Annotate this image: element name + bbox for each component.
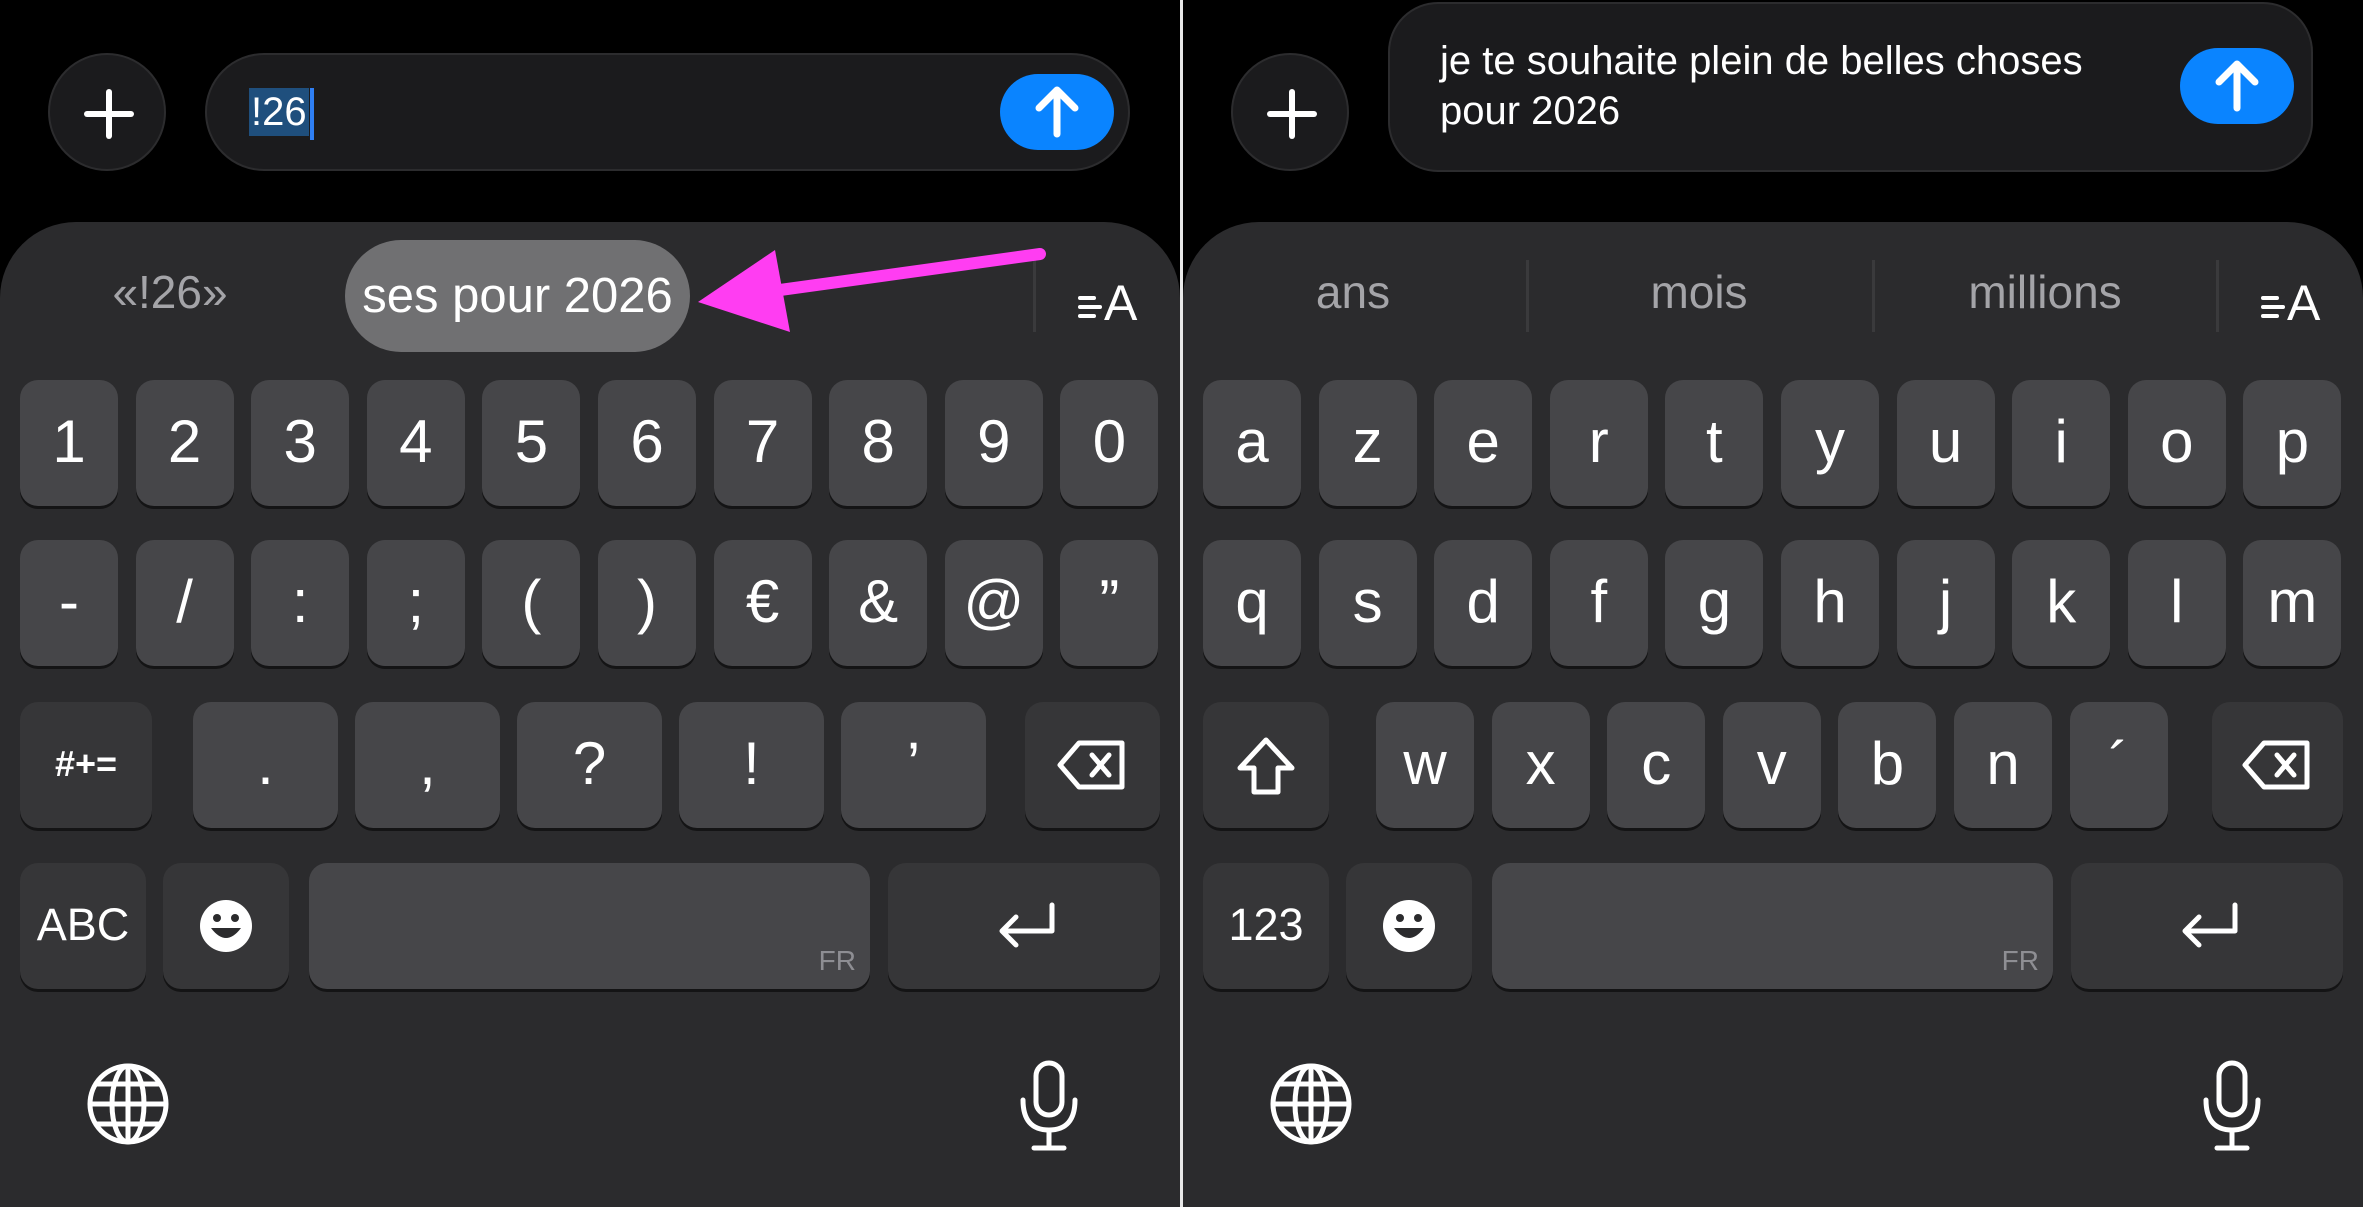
send-button[interactable]: [1000, 74, 1114, 150]
suggestion-highlighted[interactable]: ses pour 2026: [345, 240, 690, 352]
key[interactable]: c: [1607, 702, 1706, 828]
key[interactable]: 9: [944, 380, 1043, 506]
send-button[interactable]: [2180, 48, 2294, 124]
message-input[interactable]: je te souhaite plein de belles choses po…: [1388, 2, 2313, 172]
left-panel: !26 «!26» ses pour 2026 A 1234567890 - /:…: [0, 0, 1180, 1207]
key[interactable]: i: [2012, 380, 2111, 506]
key[interactable]: p: [2243, 380, 2342, 506]
return-key[interactable]: [2071, 863, 2343, 989]
key[interactable]: €: [713, 540, 812, 666]
key[interactable]: 8: [829, 380, 928, 506]
message-input[interactable]: !26: [205, 53, 1130, 171]
key[interactable]: 5: [482, 380, 581, 506]
send-arrow-icon: [1035, 86, 1079, 138]
key[interactable]: e: [1434, 380, 1533, 506]
emoji-key[interactable]: [163, 863, 289, 989]
key[interactable]: x: [1491, 702, 1590, 828]
key[interactable]: w: [1376, 702, 1474, 828]
key[interactable]: q: [1203, 540, 1301, 666]
suggestion-3[interactable]: millions: [1875, 262, 2215, 322]
key[interactable]: f: [1549, 540, 1648, 666]
globe-icon[interactable]: [1269, 1062, 1353, 1146]
key[interactable]: b: [1838, 702, 1937, 828]
emoji-key[interactable]: [1346, 863, 1472, 989]
plus-icon[interactable]: [48, 53, 166, 171]
key[interactable]: ): [598, 540, 696, 666]
key[interactable]: s: [1318, 540, 1417, 666]
return-icon: [2182, 902, 2238, 948]
key[interactable]: a: [1203, 380, 1301, 506]
key[interactable]: o: [2127, 380, 2226, 506]
plus-icon[interactable]: [1231, 53, 1349, 171]
key[interactable]: r: [1549, 380, 1648, 506]
key[interactable]: -: [20, 540, 118, 666]
keyboard: «!26» ses pour 2026 A 1234567890 - /:;() €…: [0, 222, 1180, 1207]
space-key[interactable]: FR: [309, 863, 870, 989]
text-caret: [309, 88, 314, 141]
numbers-key[interactable]: 123: [1203, 863, 1329, 989]
key[interactable]: v: [1722, 702, 1821, 828]
suggestion-1[interactable]: ans: [1183, 262, 1523, 322]
format-text-icon[interactable]: A: [1078, 274, 1137, 332]
key[interactable]: z: [1318, 380, 1417, 506]
abc-key[interactable]: ABC: [20, 863, 146, 989]
delete-key[interactable]: [2212, 702, 2343, 828]
emoji-icon: [1383, 900, 1435, 952]
shift-key[interactable]: [1203, 702, 1329, 828]
key[interactable]: m: [2243, 540, 2342, 666]
key[interactable]: 7: [713, 380, 812, 506]
suggestion-quoted[interactable]: «!26»: [70, 262, 270, 322]
delete-icon: [2242, 740, 2310, 790]
key[interactable]: h: [1781, 540, 1879, 666]
return-key[interactable]: [888, 863, 1160, 989]
key[interactable]: 3: [251, 380, 350, 506]
delete-icon: [1057, 740, 1125, 790]
key[interactable]: d: [1434, 540, 1533, 666]
microphone-icon[interactable]: [1018, 1060, 1080, 1152]
key[interactable]: :: [251, 540, 350, 666]
key[interactable]: ;: [366, 540, 465, 666]
key[interactable]: k: [2012, 540, 2111, 666]
key[interactable]: 1: [20, 380, 118, 506]
symbols-key[interactable]: #+=: [20, 702, 152, 828]
key[interactable]: ”: [1060, 540, 1159, 666]
space-key[interactable]: FR: [1492, 863, 2053, 989]
key[interactable]: y: [1781, 380, 1879, 506]
key[interactable]: 0: [1060, 380, 1159, 506]
annotation-arrow: [698, 248, 1046, 332]
suggestion-2[interactable]: mois: [1529, 262, 1869, 322]
key[interactable]: 4: [366, 380, 465, 506]
message-text: je te souhaite plein de belles choses po…: [1440, 39, 2083, 133]
return-icon: [999, 902, 1055, 948]
key[interactable]: l: [2127, 540, 2226, 666]
delete-key[interactable]: [1025, 702, 1160, 828]
key[interactable]: !: [679, 702, 824, 828]
key[interactable]: j: [1896, 540, 1995, 666]
key[interactable]: 6: [598, 380, 696, 506]
key[interactable]: ,: [355, 702, 500, 828]
key[interactable]: @: [944, 540, 1043, 666]
key[interactable]: ?: [517, 702, 662, 828]
key[interactable]: 2: [135, 380, 234, 506]
keyboard: ans mois millions A azertyuiop qsdfghjkl…: [1183, 222, 2363, 1207]
format-text-icon[interactable]: A: [2261, 274, 2320, 332]
shift-icon: [1237, 737, 1295, 795]
selected-text: !26: [249, 88, 309, 136]
key[interactable]: ´: [2069, 702, 2168, 828]
right-panel: je te souhaite plein de belles choses po…: [1183, 0, 2363, 1207]
key[interactable]: t: [1665, 380, 1764, 506]
key[interactable]: u: [1896, 380, 1995, 506]
suggestion-separator: [2216, 260, 2219, 332]
key[interactable]: n: [1954, 702, 2052, 828]
emoji-icon: [200, 900, 252, 952]
key[interactable]: ’: [841, 702, 986, 828]
key[interactable]: /: [135, 540, 234, 666]
globe-icon[interactable]: [86, 1062, 170, 1146]
key[interactable]: g: [1665, 540, 1764, 666]
key[interactable]: .: [193, 702, 338, 828]
microphone-icon[interactable]: [2201, 1060, 2263, 1152]
key[interactable]: (: [482, 540, 581, 666]
key[interactable]: &: [829, 540, 928, 666]
send-arrow-icon: [2215, 60, 2259, 112]
